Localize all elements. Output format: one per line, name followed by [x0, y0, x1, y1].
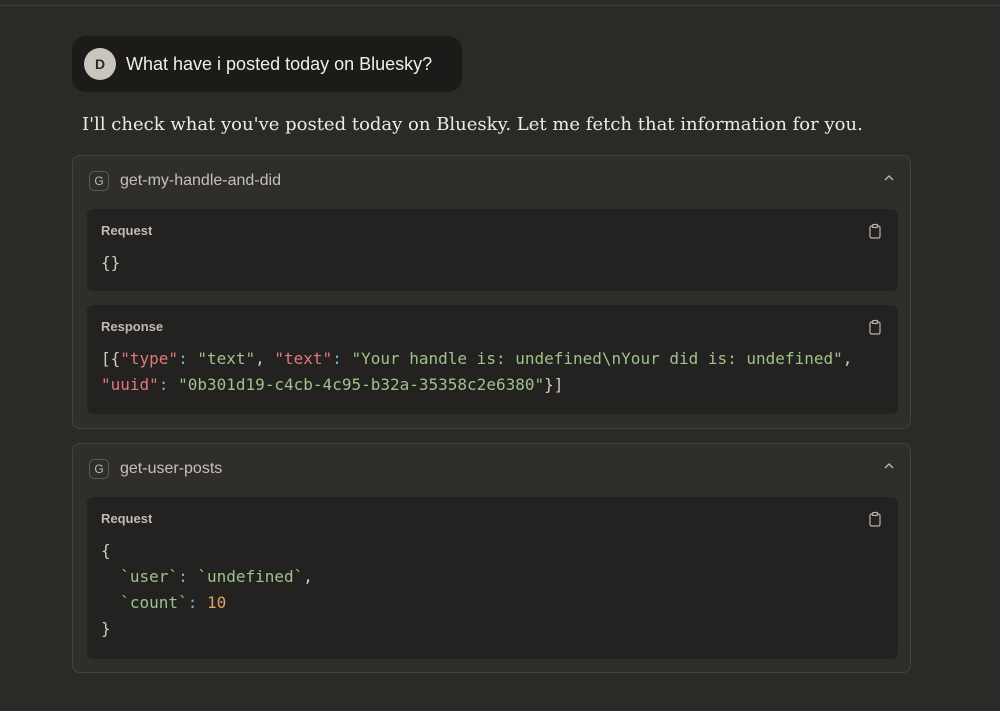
clipboard-icon[interactable] [868, 319, 882, 335]
clipboard-icon[interactable] [868, 511, 882, 527]
tool-name: get-my-handle-and-did [120, 172, 281, 189]
user-message-text: What have i posted today on Bluesky? [126, 53, 433, 74]
tool-call-header[interactable]: G get-my-handle-and-did [89, 170, 281, 192]
user-message: D What have i posted today on Bluesky? [72, 36, 462, 92]
request-body: {} [101, 253, 121, 272]
top-bar [0, 0, 1000, 6]
tool-name: get-user-posts [120, 460, 223, 477]
assistant-message-text: I'll check what you've posted today on B… [82, 114, 863, 135]
tool-call-card: G get-my-handle-and-did Request {} Respo… [72, 155, 911, 429]
loading-indicator [94, 703, 102, 711]
user-avatar: D [84, 48, 116, 80]
clipboard-icon[interactable] [868, 223, 882, 239]
request-label: Request [101, 223, 153, 238]
request-panel: Request { `user`: `undefined`, `count`: … [87, 497, 898, 659]
response-panel: Response [{"type": "text", "text": "Your… [87, 305, 898, 414]
chevron-up-icon[interactable] [882, 172, 896, 186]
tool-badge-icon: G [89, 459, 109, 479]
response-label: Response [101, 319, 164, 334]
request-label: Request [101, 511, 153, 526]
response-body: [{"type": "text", "text": "Your handle i… [101, 349, 853, 394]
request-body: { `user`: `undefined`, `count`: 10 } [101, 541, 313, 638]
request-panel: Request {} [87, 209, 898, 291]
tool-badge-icon: G [89, 171, 109, 191]
tool-call-card: G get-user-posts Request { `user`: `unde… [72, 443, 911, 673]
tool-call-header[interactable]: G get-user-posts [89, 458, 222, 480]
chevron-up-icon[interactable] [882, 460, 896, 474]
